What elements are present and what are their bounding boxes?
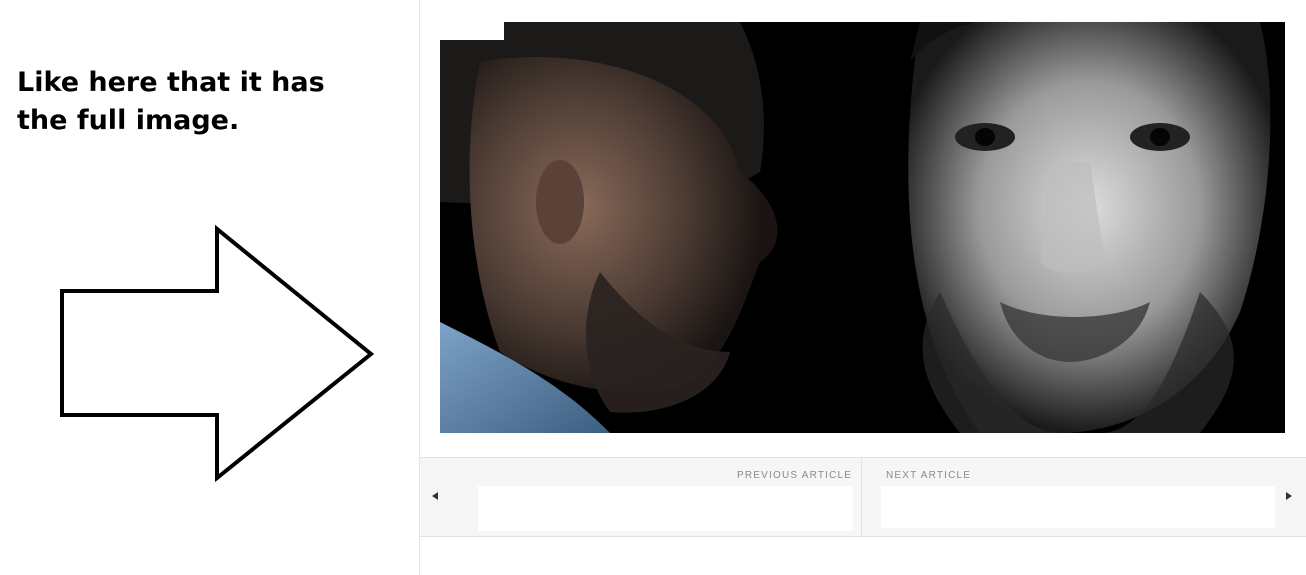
caret-left-icon[interactable] (429, 488, 441, 504)
article-panel: PREVIOUS ARTICLE NEXT ARTICLE (419, 0, 1306, 575)
portrait-image (440, 22, 1285, 433)
annotation-text: Like here that it has the full image. (17, 67, 325, 136)
next-article-label: NEXT ARTICLE (886, 470, 972, 481)
nav-divider (861, 458, 862, 536)
caret-right-icon[interactable] (1283, 488, 1295, 504)
previous-article-link[interactable] (478, 486, 853, 531)
article-navigation: PREVIOUS ARTICLE NEXT ARTICLE (420, 457, 1306, 537)
previous-article-label: PREVIOUS ARTICLE (737, 470, 853, 481)
image-label-badge (440, 22, 504, 40)
right-arrow-icon (60, 224, 375, 483)
next-article-link[interactable] (881, 486, 1275, 528)
